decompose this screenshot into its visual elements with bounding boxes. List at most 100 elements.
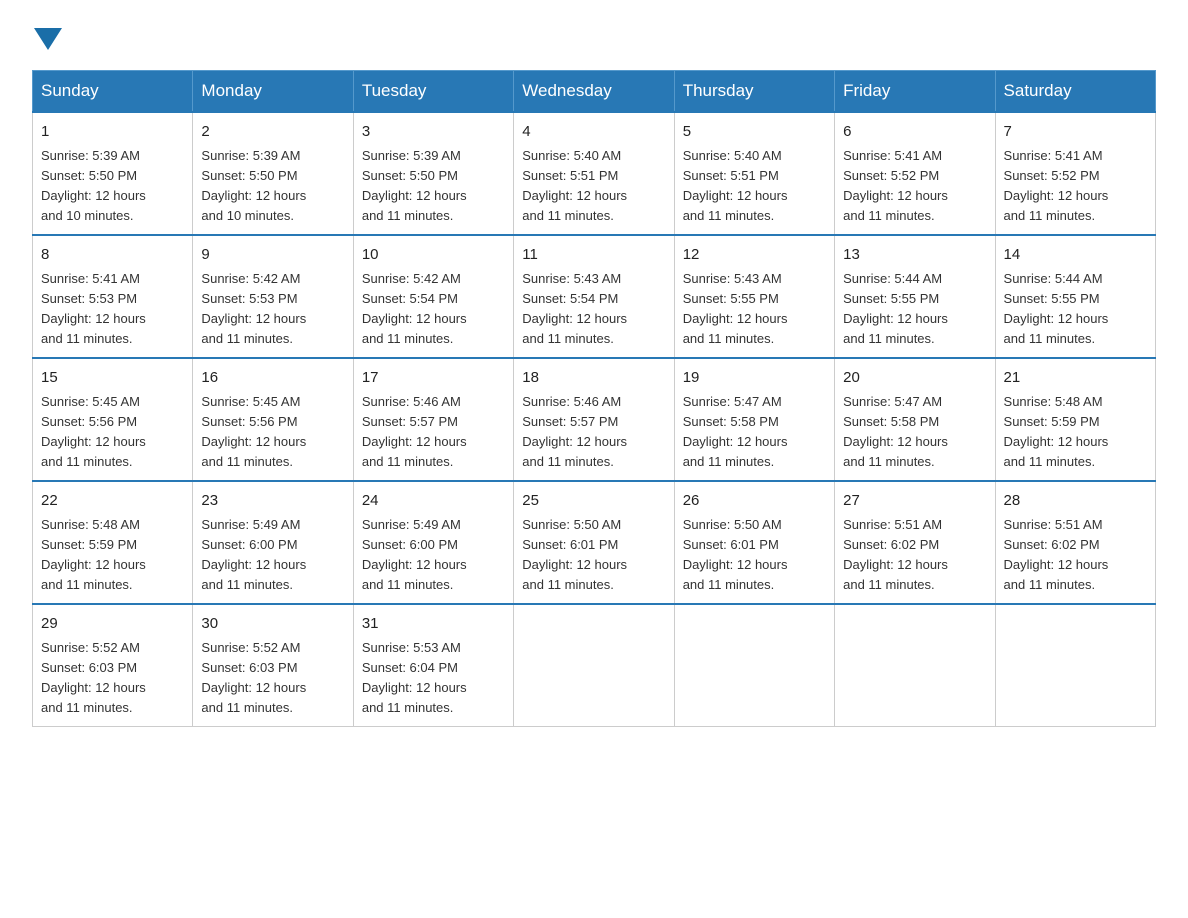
day-info: Sunrise: 5:39 AMSunset: 5:50 PMDaylight:… xyxy=(41,146,184,227)
day-number: 14 xyxy=(1004,244,1147,267)
calendar-cell: 4Sunrise: 5:40 AMSunset: 5:51 PMDaylight… xyxy=(514,112,674,235)
day-info: Sunrise: 5:42 AMSunset: 5:53 PMDaylight:… xyxy=(201,269,344,350)
calendar-cell: 8Sunrise: 5:41 AMSunset: 5:53 PMDaylight… xyxy=(33,235,193,358)
calendar-cell xyxy=(674,604,834,727)
calendar-cell: 21Sunrise: 5:48 AMSunset: 5:59 PMDayligh… xyxy=(995,358,1155,481)
day-number: 15 xyxy=(41,367,184,390)
calendar-cell: 12Sunrise: 5:43 AMSunset: 5:55 PMDayligh… xyxy=(674,235,834,358)
day-number: 29 xyxy=(41,613,184,636)
day-of-week-header: Friday xyxy=(835,71,995,113)
day-info: Sunrise: 5:51 AMSunset: 6:02 PMDaylight:… xyxy=(843,515,986,596)
day-number: 27 xyxy=(843,490,986,513)
day-number: 7 xyxy=(1004,121,1147,144)
day-number: 4 xyxy=(522,121,665,144)
day-number: 13 xyxy=(843,244,986,267)
calendar-cell: 27Sunrise: 5:51 AMSunset: 6:02 PMDayligh… xyxy=(835,481,995,604)
calendar-cell: 6Sunrise: 5:41 AMSunset: 5:52 PMDaylight… xyxy=(835,112,995,235)
calendar-cell: 20Sunrise: 5:47 AMSunset: 5:58 PMDayligh… xyxy=(835,358,995,481)
day-info: Sunrise: 5:50 AMSunset: 6:01 PMDaylight:… xyxy=(683,515,826,596)
day-info: Sunrise: 5:44 AMSunset: 5:55 PMDaylight:… xyxy=(1004,269,1147,350)
calendar-week-row: 8Sunrise: 5:41 AMSunset: 5:53 PMDaylight… xyxy=(33,235,1156,358)
calendar-cell: 23Sunrise: 5:49 AMSunset: 6:00 PMDayligh… xyxy=(193,481,353,604)
day-info: Sunrise: 5:53 AMSunset: 6:04 PMDaylight:… xyxy=(362,638,505,719)
calendar-cell: 5Sunrise: 5:40 AMSunset: 5:51 PMDaylight… xyxy=(674,112,834,235)
day-info: Sunrise: 5:46 AMSunset: 5:57 PMDaylight:… xyxy=(522,392,665,473)
calendar-cell: 17Sunrise: 5:46 AMSunset: 5:57 PMDayligh… xyxy=(353,358,513,481)
calendar-cell: 31Sunrise: 5:53 AMSunset: 6:04 PMDayligh… xyxy=(353,604,513,727)
day-info: Sunrise: 5:44 AMSunset: 5:55 PMDaylight:… xyxy=(843,269,986,350)
calendar-cell: 10Sunrise: 5:42 AMSunset: 5:54 PMDayligh… xyxy=(353,235,513,358)
day-info: Sunrise: 5:52 AMSunset: 6:03 PMDaylight:… xyxy=(201,638,344,719)
day-number: 24 xyxy=(362,490,505,513)
calendar-cell: 9Sunrise: 5:42 AMSunset: 5:53 PMDaylight… xyxy=(193,235,353,358)
day-number: 2 xyxy=(201,121,344,144)
calendar-cell: 19Sunrise: 5:47 AMSunset: 5:58 PMDayligh… xyxy=(674,358,834,481)
day-info: Sunrise: 5:39 AMSunset: 5:50 PMDaylight:… xyxy=(201,146,344,227)
day-number: 25 xyxy=(522,490,665,513)
calendar-cell: 30Sunrise: 5:52 AMSunset: 6:03 PMDayligh… xyxy=(193,604,353,727)
day-number: 17 xyxy=(362,367,505,390)
day-info: Sunrise: 5:40 AMSunset: 5:51 PMDaylight:… xyxy=(683,146,826,227)
day-number: 30 xyxy=(201,613,344,636)
day-info: Sunrise: 5:50 AMSunset: 6:01 PMDaylight:… xyxy=(522,515,665,596)
day-info: Sunrise: 5:49 AMSunset: 6:00 PMDaylight:… xyxy=(201,515,344,596)
day-number: 28 xyxy=(1004,490,1147,513)
day-number: 23 xyxy=(201,490,344,513)
day-number: 19 xyxy=(683,367,826,390)
calendar-cell: 14Sunrise: 5:44 AMSunset: 5:55 PMDayligh… xyxy=(995,235,1155,358)
day-of-week-header: Sunday xyxy=(33,71,193,113)
calendar-cell: 11Sunrise: 5:43 AMSunset: 5:54 PMDayligh… xyxy=(514,235,674,358)
calendar-cell: 29Sunrise: 5:52 AMSunset: 6:03 PMDayligh… xyxy=(33,604,193,727)
day-number: 9 xyxy=(201,244,344,267)
day-of-week-header: Wednesday xyxy=(514,71,674,113)
calendar-header-row: SundayMondayTuesdayWednesdayThursdayFrid… xyxy=(33,71,1156,113)
day-info: Sunrise: 5:52 AMSunset: 6:03 PMDaylight:… xyxy=(41,638,184,719)
calendar-week-row: 15Sunrise: 5:45 AMSunset: 5:56 PMDayligh… xyxy=(33,358,1156,481)
day-number: 11 xyxy=(522,244,665,267)
calendar-week-row: 22Sunrise: 5:48 AMSunset: 5:59 PMDayligh… xyxy=(33,481,1156,604)
calendar-cell: 22Sunrise: 5:48 AMSunset: 5:59 PMDayligh… xyxy=(33,481,193,604)
day-of-week-header: Saturday xyxy=(995,71,1155,113)
day-number: 22 xyxy=(41,490,184,513)
day-info: Sunrise: 5:41 AMSunset: 5:52 PMDaylight:… xyxy=(843,146,986,227)
page-header xyxy=(32,24,1156,50)
day-info: Sunrise: 5:47 AMSunset: 5:58 PMDaylight:… xyxy=(843,392,986,473)
day-number: 8 xyxy=(41,244,184,267)
day-number: 1 xyxy=(41,121,184,144)
calendar-table: SundayMondayTuesdayWednesdayThursdayFrid… xyxy=(32,70,1156,727)
calendar-cell: 15Sunrise: 5:45 AMSunset: 5:56 PMDayligh… xyxy=(33,358,193,481)
calendar-cell: 25Sunrise: 5:50 AMSunset: 6:01 PMDayligh… xyxy=(514,481,674,604)
day-number: 12 xyxy=(683,244,826,267)
calendar-cell: 1Sunrise: 5:39 AMSunset: 5:50 PMDaylight… xyxy=(33,112,193,235)
calendar-cell: 2Sunrise: 5:39 AMSunset: 5:50 PMDaylight… xyxy=(193,112,353,235)
day-info: Sunrise: 5:41 AMSunset: 5:53 PMDaylight:… xyxy=(41,269,184,350)
calendar-cell: 28Sunrise: 5:51 AMSunset: 6:02 PMDayligh… xyxy=(995,481,1155,604)
calendar-week-row: 1Sunrise: 5:39 AMSunset: 5:50 PMDaylight… xyxy=(33,112,1156,235)
day-info: Sunrise: 5:48 AMSunset: 5:59 PMDaylight:… xyxy=(1004,392,1147,473)
day-number: 20 xyxy=(843,367,986,390)
day-info: Sunrise: 5:43 AMSunset: 5:54 PMDaylight:… xyxy=(522,269,665,350)
day-number: 18 xyxy=(522,367,665,390)
day-of-week-header: Monday xyxy=(193,71,353,113)
day-info: Sunrise: 5:43 AMSunset: 5:55 PMDaylight:… xyxy=(683,269,826,350)
day-info: Sunrise: 5:49 AMSunset: 6:00 PMDaylight:… xyxy=(362,515,505,596)
day-number: 21 xyxy=(1004,367,1147,390)
day-info: Sunrise: 5:46 AMSunset: 5:57 PMDaylight:… xyxy=(362,392,505,473)
day-info: Sunrise: 5:41 AMSunset: 5:52 PMDaylight:… xyxy=(1004,146,1147,227)
day-of-week-header: Tuesday xyxy=(353,71,513,113)
day-info: Sunrise: 5:48 AMSunset: 5:59 PMDaylight:… xyxy=(41,515,184,596)
day-number: 26 xyxy=(683,490,826,513)
day-number: 3 xyxy=(362,121,505,144)
day-number: 31 xyxy=(362,613,505,636)
calendar-cell: 26Sunrise: 5:50 AMSunset: 6:01 PMDayligh… xyxy=(674,481,834,604)
calendar-cell xyxy=(835,604,995,727)
calendar-cell: 18Sunrise: 5:46 AMSunset: 5:57 PMDayligh… xyxy=(514,358,674,481)
calendar-cell: 16Sunrise: 5:45 AMSunset: 5:56 PMDayligh… xyxy=(193,358,353,481)
day-info: Sunrise: 5:51 AMSunset: 6:02 PMDaylight:… xyxy=(1004,515,1147,596)
day-info: Sunrise: 5:47 AMSunset: 5:58 PMDaylight:… xyxy=(683,392,826,473)
calendar-cell: 24Sunrise: 5:49 AMSunset: 6:00 PMDayligh… xyxy=(353,481,513,604)
day-info: Sunrise: 5:40 AMSunset: 5:51 PMDaylight:… xyxy=(522,146,665,227)
calendar-cell: 7Sunrise: 5:41 AMSunset: 5:52 PMDaylight… xyxy=(995,112,1155,235)
day-number: 5 xyxy=(683,121,826,144)
day-info: Sunrise: 5:42 AMSunset: 5:54 PMDaylight:… xyxy=(362,269,505,350)
